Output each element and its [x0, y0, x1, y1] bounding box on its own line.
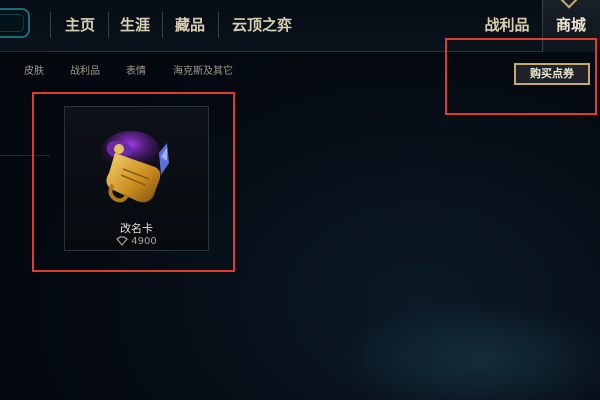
nav-store[interactable]: 商城	[544, 0, 598, 50]
subnav-loot[interactable]: 战利品	[70, 62, 100, 77]
background-glow	[330, 300, 600, 400]
item-price-value: 4900	[131, 236, 157, 247]
subnav-hextech-other[interactable]: 海克斯及其它	[173, 62, 233, 77]
nav-tft[interactable]: 云顶之弈	[222, 0, 302, 50]
item-name: 改名卡	[120, 222, 153, 235]
nav-divider	[108, 12, 109, 38]
item-price: 4900	[65, 236, 208, 247]
section-divider	[0, 155, 50, 156]
buy-rp-button[interactable]: 购买点券	[514, 63, 590, 85]
nav-home[interactable]: 主页	[54, 0, 106, 50]
subnav-emotes[interactable]: 表情	[126, 62, 146, 77]
play-button-frame[interactable]	[0, 8, 30, 38]
rp-icon	[116, 236, 129, 246]
nav-divider	[218, 12, 219, 38]
top-navigation-bar: 主页 生涯 藏品 云顶之弈 战利品 商城	[0, 0, 600, 52]
store-item-card[interactable]: 改名卡 4900	[64, 106, 209, 251]
name-change-scroll-icon	[101, 131, 169, 203]
nav-loot[interactable]: 战利品	[478, 0, 536, 50]
nav-divider	[162, 12, 163, 38]
nav-career[interactable]: 生涯	[110, 0, 160, 50]
subnav-skins[interactable]: 皮肤	[24, 62, 44, 77]
nav-divider	[50, 12, 51, 38]
nav-collection[interactable]: 藏品	[164, 0, 216, 50]
